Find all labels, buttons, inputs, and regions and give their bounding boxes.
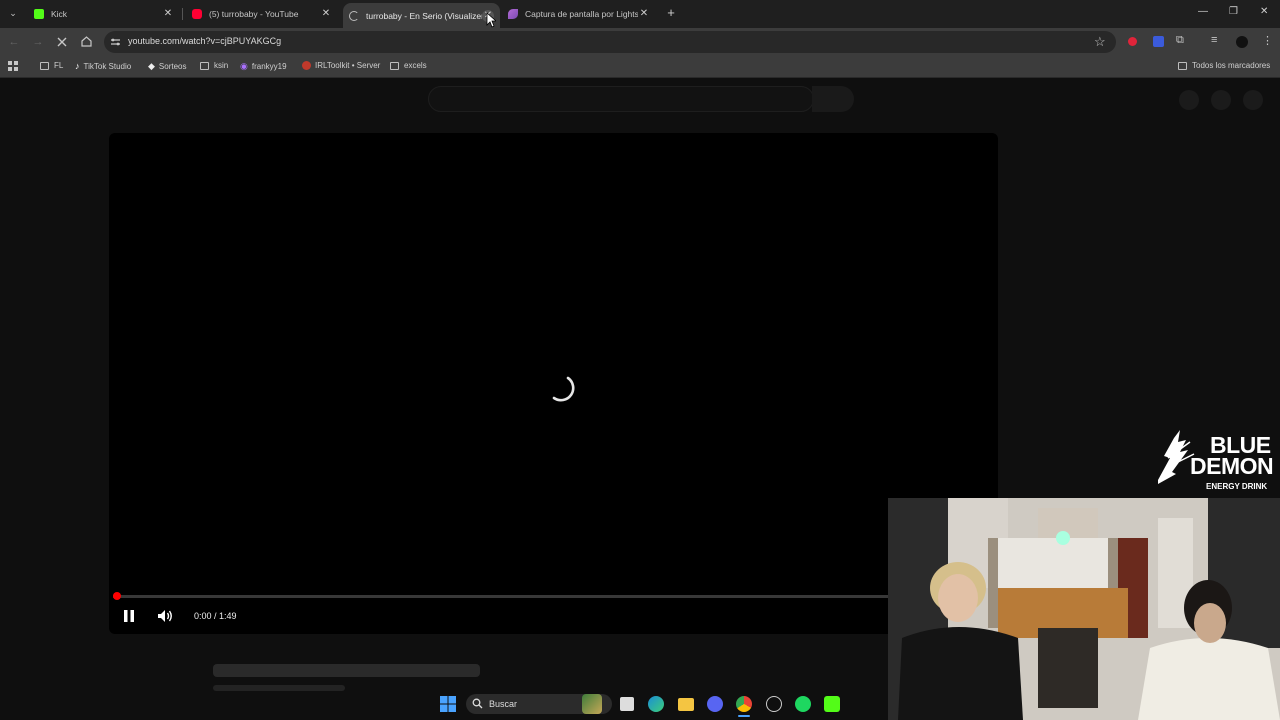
all-bookmarks[interactable]: Todos los marcadores (1178, 61, 1270, 70)
tab-active-video[interactable]: turrobaby - En Serio (Visualizer) ✕ (343, 3, 500, 28)
bookmark-ksin[interactable]: ksin (200, 61, 228, 70)
close-icon[interactable]: ✕ (638, 8, 650, 20)
chrome-icon[interactable] (736, 696, 752, 712)
apps-grid-icon[interactable] (8, 61, 18, 71)
youtube-icon (192, 9, 202, 19)
home-icon[interactable] (80, 35, 93, 48)
tab-title: turrobaby - En Serio (Visualizer) (366, 10, 482, 21)
tab-lightshot[interactable]: Captura de pantalla por Lightshot ✕ (502, 3, 656, 25)
brand-line-3: ENERGY DRINK (1206, 482, 1268, 491)
tab-title: Captura de pantalla por Lightshot (525, 9, 638, 19)
close-icon[interactable]: ✕ (162, 8, 174, 20)
game-icon[interactable] (582, 694, 602, 714)
bookmark-sorteos[interactable]: ◆ Sorteos (148, 61, 187, 72)
search-button-skeleton[interactable] (812, 86, 854, 112)
lightshot-feather-icon (508, 9, 518, 19)
pause-button[interactable] (121, 608, 137, 624)
tab-title: Kick (51, 9, 68, 19)
folder-icon (390, 61, 399, 70)
file-explorer-icon[interactable] (678, 698, 694, 711)
task-view-icon[interactable] (620, 697, 634, 711)
extension-shield-icon[interactable] (1153, 36, 1164, 47)
site-info-icon[interactable] (110, 37, 121, 47)
windows-start-icon[interactable] (440, 696, 456, 712)
bookmark-label: ksin (214, 61, 229, 70)
menu-kebab-icon[interactable]: ⋮ (1262, 34, 1273, 47)
time-display: 0:00 / 1:49 (194, 611, 237, 621)
restore-icon[interactable]: ❐ (1229, 6, 1238, 17)
back-icon[interactable]: ← (6, 34, 22, 50)
channel-skeleton (213, 685, 345, 691)
search-icon (472, 698, 483, 709)
tab-search-chevron-icon[interactable]: ⌄ (6, 6, 20, 20)
new-tab-button[interactable]: + (664, 5, 678, 21)
folder-icon (200, 61, 209, 70)
bookmark-irltoolkit[interactable]: IRLToolkit • Server (302, 61, 380, 70)
edge-icon[interactable] (648, 696, 664, 712)
header-icon-skeleton (1179, 90, 1199, 110)
spotify-icon[interactable] (795, 696, 811, 712)
bookmark-label: TikTok Studio (83, 61, 132, 71)
bookmark-excels[interactable]: excels (390, 61, 427, 70)
bookmarks-bar (0, 56, 1280, 78)
bookmark-label: frankyy19 (251, 62, 287, 71)
all-bookmarks-label: Todos los marcadores (1192, 61, 1271, 70)
progress-scrubber[interactable] (113, 592, 121, 600)
kick-icon[interactable] (824, 696, 840, 712)
tab-title: (5) turrobaby - YouTube (209, 9, 299, 19)
bookmark-tiktok-studio[interactable]: ♪ TikTok Studio (75, 61, 131, 71)
progress-bar[interactable] (113, 595, 998, 598)
app-icon[interactable] (766, 696, 782, 712)
kick-icon (34, 9, 44, 19)
bookmark-frankyy19[interactable]: ◉ frankyy19 (240, 61, 287, 72)
bookmark-label: IRLToolkit • Server (315, 61, 381, 70)
mouse-cursor-icon (486, 12, 496, 28)
bookmark-star-icon[interactable]: ☆ (1094, 34, 1106, 50)
url-text[interactable]: youtube.com/watch?v=cjBPUYAKGCg (128, 36, 281, 46)
window-close-icon[interactable]: ✕ (1260, 6, 1268, 17)
tiktok-icon: ♪ (75, 61, 80, 71)
bookmark-fl[interactable]: FL (40, 61, 63, 70)
tab-divider (182, 8, 183, 20)
avatar-skeleton (1243, 90, 1263, 110)
media-controls-icon[interactable]: ≡ (1211, 34, 1217, 46)
tab-strip: ⌄ Kick ✕ (5) turrobaby - YouTube ✕ turro… (0, 0, 1280, 28)
search-box-skeleton[interactable] (428, 86, 814, 112)
volume-icon[interactable] (156, 607, 174, 625)
extension-red-icon[interactable] (1128, 37, 1137, 46)
brand-line-2: DEMON (1190, 453, 1274, 479)
webcam-scene (888, 498, 1280, 720)
discord-icon[interactable] (707, 696, 723, 712)
webcam-overlay (888, 498, 1280, 720)
minimize-icon[interactable]: — (1198, 6, 1208, 17)
extensions-puzzle-icon[interactable]: ⧉ (1176, 34, 1184, 47)
taskbar-active-indicator (738, 715, 750, 717)
header-icon-skeleton (1211, 90, 1231, 110)
bookmark-label: excels (404, 61, 427, 70)
forward-icon[interactable]: → (30, 34, 46, 50)
diamond-icon: ◆ (148, 61, 155, 71)
bookmark-label: FL (54, 61, 64, 70)
tab-youtube[interactable]: (5) turrobaby - YouTube ✕ (186, 3, 338, 25)
tab-kick[interactable]: Kick ✕ (28, 3, 180, 25)
loading-spinner-icon (552, 376, 575, 402)
folder-icon (40, 61, 49, 70)
twitch-icon: ◉ (240, 61, 248, 71)
title-skeleton (213, 664, 480, 677)
folder-icon (1178, 61, 1187, 70)
bookmark-label: Sorteos (158, 62, 187, 71)
loading-icon (349, 10, 359, 21)
irltoolkit-icon (302, 61, 311, 70)
profile-avatar[interactable] (1236, 36, 1248, 48)
taskbar-search-label: Buscar (489, 699, 518, 709)
close-icon[interactable]: ✕ (320, 8, 332, 20)
stop-loading-icon[interactable] (56, 36, 68, 48)
